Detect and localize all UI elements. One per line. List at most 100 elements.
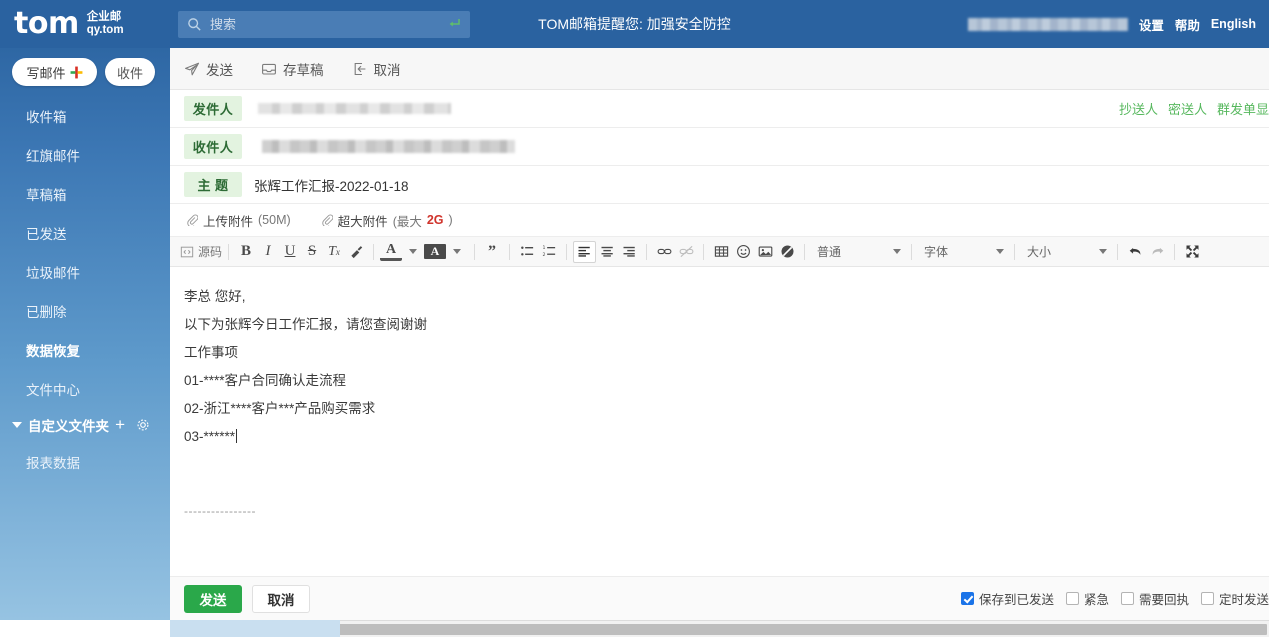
checkbox-box[interactable] xyxy=(1201,592,1214,605)
sidebar-item-label: 红旗邮件 xyxy=(26,145,80,165)
settings-link[interactable]: 设置 xyxy=(1139,15,1164,34)
insert-link-icon[interactable] xyxy=(653,241,675,263)
upload-attachment-limit: (50M) xyxy=(258,213,291,227)
footer-options: 保存到已发送 紧急 需要回执 定时发送 xyxy=(961,589,1269,608)
mail-body-editor[interactable]: 李总 您好, 以下为张辉今日工作汇报，请您查阅谢谢 工作事项 01-****客户… xyxy=(170,267,1269,576)
language-link[interactable]: English xyxy=(1211,17,1256,31)
mail-app: tom 企业邮 qy.tom TOM邮箱提醒您: 加强安全防控 设置 帮助 En… xyxy=(0,0,1269,637)
source-code-button[interactable]: 源码 xyxy=(180,243,222,260)
numbered-list-icon[interactable]: 12 xyxy=(538,241,560,263)
large-attachment-limit-value: 2G xyxy=(427,213,444,227)
insert-table-icon[interactable] xyxy=(710,241,732,263)
large-attachment-label: 超大附件 xyxy=(338,211,388,230)
remove-format-button[interactable]: Tx xyxy=(323,241,345,263)
checkbox-box[interactable] xyxy=(1121,592,1134,605)
group-send-link[interactable]: 群发单显 xyxy=(1217,99,1269,118)
receive-mail-button[interactable]: 收件 xyxy=(105,58,155,86)
text-color-dropdown-icon[interactable] xyxy=(402,241,424,263)
align-right-icon[interactable] xyxy=(618,241,640,263)
font-size-select[interactable]: 大小 xyxy=(1021,242,1111,262)
body-line: 03-****** xyxy=(184,429,235,444)
cancel-toolbar-button[interactable]: 取消 xyxy=(352,59,401,79)
bulleted-list-icon[interactable] xyxy=(516,241,538,263)
bcc-link[interactable]: 密送人 xyxy=(1168,99,1207,118)
gear-icon[interactable] xyxy=(136,418,150,432)
cc-link[interactable]: 抄送人 xyxy=(1119,99,1158,118)
scheduled-send-checkbox[interactable]: 定时发送 xyxy=(1201,589,1269,608)
sidebar: 写邮件 收件 收件箱 红旗邮件 草稿箱 xyxy=(0,48,170,620)
scrollbar-thumb[interactable] xyxy=(185,624,1267,635)
save-draft-toolbar-button[interactable]: 存草稿 xyxy=(261,59,324,79)
toolbar-divider xyxy=(373,244,374,260)
send-toolbar-button[interactable]: 发送 xyxy=(184,59,233,79)
sidebar-item-sent[interactable]: 已发送 xyxy=(0,213,170,252)
undo-icon[interactable] xyxy=(1124,241,1146,263)
sidebar-item-drafts[interactable]: 草稿箱 xyxy=(0,174,170,213)
top-header-bar: tom 企业邮 qy.tom TOM邮箱提醒您: 加强安全防控 设置 帮助 En… xyxy=(0,0,1269,48)
sidebar-actions: 写邮件 收件 xyxy=(0,52,170,96)
subject-label: 主 题 xyxy=(184,172,242,197)
align-center-icon[interactable] xyxy=(596,241,618,263)
sidebar-item-label: 已发送 xyxy=(26,223,67,243)
sidebar-item-trash[interactable]: 已删除 xyxy=(0,291,170,330)
chevron-down-icon[interactable] xyxy=(12,422,22,428)
send-toolbar-label: 发送 xyxy=(206,59,233,79)
add-folder-icon[interactable]: + xyxy=(115,418,125,432)
horizontal-scrollbar[interactable] xyxy=(170,620,1269,637)
enter-arrow-icon[interactable] xyxy=(446,16,462,32)
sidebar-custom-folder-item[interactable]: 报表数据 xyxy=(0,442,170,481)
from-value-redacted[interactable] xyxy=(258,103,451,114)
upload-attachment-button[interactable]: 上传附件 (50M) xyxy=(186,211,291,230)
highlight-color-button[interactable]: A xyxy=(424,244,446,259)
upload-attachment-label: 上传附件 xyxy=(203,211,253,230)
sidebar-item-file-center[interactable]: 文件中心 xyxy=(0,369,170,408)
highlight-color-dropdown-icon[interactable] xyxy=(446,241,468,263)
search-input[interactable] xyxy=(178,11,470,38)
italic-button[interactable]: I xyxy=(257,241,279,263)
help-link[interactable]: 帮助 xyxy=(1175,15,1200,34)
sidebar-item-flagged[interactable]: 红旗邮件 xyxy=(0,135,170,174)
folder-actions: + xyxy=(115,418,170,432)
text-color-button[interactable]: A xyxy=(380,242,402,261)
account-email-redacted xyxy=(968,18,1128,31)
sidebar-item-label: 已删除 xyxy=(26,301,67,321)
checkbox-box[interactable] xyxy=(961,592,974,605)
checkbox-box[interactable] xyxy=(1066,592,1079,605)
emoji-icon[interactable] xyxy=(732,241,754,263)
fullscreen-icon[interactable] xyxy=(1181,241,1203,263)
urgent-checkbox[interactable]: 紧急 xyxy=(1066,589,1109,608)
unlink-icon[interactable] xyxy=(675,241,697,263)
body-line: 02-浙江****客户***产品购买需求 xyxy=(184,395,1269,423)
search-box[interactable] xyxy=(178,11,470,38)
bold-button[interactable]: B xyxy=(235,241,257,263)
format-painter-icon[interactable] xyxy=(345,241,367,263)
toolbar-divider xyxy=(1014,244,1015,260)
body-line-active: 03-****** xyxy=(184,423,1269,451)
align-left-icon[interactable] xyxy=(573,241,596,263)
font-family-select[interactable]: 字体 xyxy=(918,242,1008,262)
save-to-sent-checkbox[interactable]: 保存到已发送 xyxy=(961,589,1054,608)
underline-button[interactable]: U xyxy=(279,241,301,263)
read-receipt-checkbox[interactable]: 需要回执 xyxy=(1121,589,1189,608)
subject-input[interactable]: 张辉工作汇报-2022-01-18 xyxy=(254,175,409,195)
large-attachment-button[interactable]: 超大附件 (最大 2G) xyxy=(321,211,453,230)
sidebar-custom-folder-header[interactable]: 自定义文件夹 + xyxy=(0,408,170,442)
sidebar-item-inbox[interactable]: 收件箱 xyxy=(0,96,170,135)
sidebar-item-label: 报表数据 xyxy=(26,452,80,472)
send-button[interactable]: 发送 xyxy=(184,585,242,613)
brand-name: tom xyxy=(14,9,79,39)
compose-mail-button[interactable]: 写邮件 xyxy=(12,58,97,86)
paperclip-icon xyxy=(321,214,333,226)
to-value-redacted[interactable] xyxy=(262,140,515,153)
brand-logo[interactable]: tom 企业邮 qy.tom xyxy=(0,9,170,39)
toolbar-divider xyxy=(474,244,475,260)
blockquote-icon[interactable]: ” xyxy=(481,241,503,263)
sidebar-item-spam[interactable]: 垃圾邮件 xyxy=(0,252,170,291)
no-entry-icon[interactable] xyxy=(776,241,798,263)
sidebar-item-data-recovery[interactable]: 数据恢复 xyxy=(0,330,170,369)
insert-image-icon[interactable] xyxy=(754,241,776,263)
strikethrough-button[interactable]: S xyxy=(301,241,323,263)
paragraph-format-select[interactable]: 普通 xyxy=(811,242,905,262)
cancel-button[interactable]: 取消 xyxy=(252,585,310,613)
redo-icon[interactable] xyxy=(1146,241,1168,263)
